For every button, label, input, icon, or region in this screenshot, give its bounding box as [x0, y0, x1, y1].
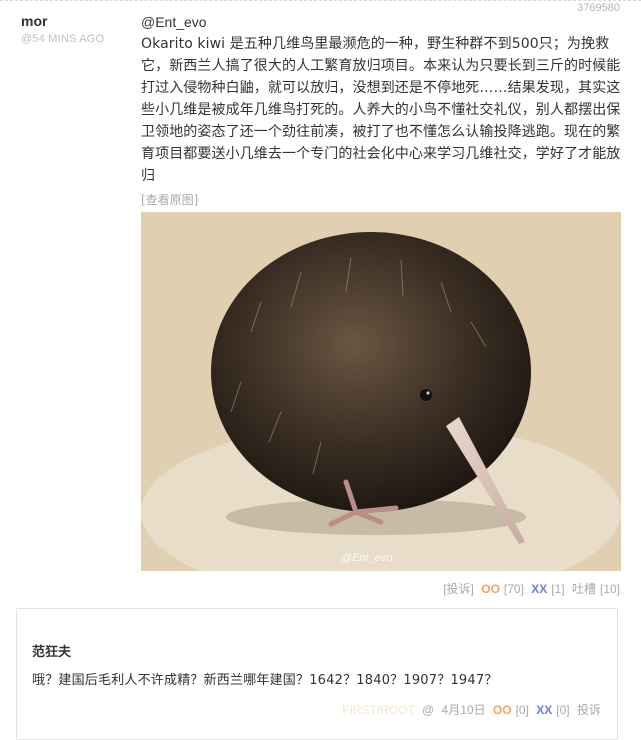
- oo-vote-button[interactable]: OO: [481, 582, 500, 596]
- view-original-link[interactable]: [查看原图]: [141, 191, 621, 208]
- comment-at: @: [422, 703, 435, 717]
- comment-xx-button[interactable]: XX: [536, 703, 552, 717]
- post-divider: [0, 0, 641, 1]
- post-text: Okarito kiwi 是五种几维鸟里最濒危的一种，野生种群不到500只；为挽…: [141, 36, 621, 184]
- kiwi-photo[interactable]: @Ent_evo: [141, 212, 621, 571]
- xx-count: [1]: [551, 582, 565, 596]
- comment-meta-row: FIRST/ROOT @ 4月10日 OO [0] XX [0] 投诉: [338, 701, 601, 718]
- report-link[interactable]: [投诉]: [443, 582, 474, 596]
- comment-oo-button[interactable]: OO: [493, 703, 512, 717]
- comment-rank-label: FIRST/ROOT: [342, 703, 415, 717]
- post-vote-row: [投诉] OO [70] XX [1] 吐槽 [10]: [439, 580, 620, 597]
- post-timestamp: @54 MINS AGO: [21, 33, 105, 45]
- author-name: mor: [21, 13, 48, 29]
- xx-vote-button[interactable]: XX: [531, 582, 547, 596]
- comment-author: 范狂夫: [32, 645, 72, 660]
- image-watermark: @Ent_evo: [341, 552, 393, 564]
- post-content: @Ent_evo Okarito kiwi 是五种几维鸟里最濒危的一种，野生种群…: [141, 12, 621, 571]
- comment-date: 4月10日: [441, 703, 486, 717]
- comment-card: 范狂夫 哦？建国后毛利人不许成精？新西兰哪年建国？1642？1840？1907？…: [16, 608, 618, 740]
- kiwi-illustration: [141, 212, 621, 571]
- comment-text: 哦？建国后毛利人不许成精？新西兰哪年建国？1642？1840？1907？1947…: [32, 673, 498, 688]
- mention-link[interactable]: @Ent_evo: [141, 12, 621, 33]
- tucao-button[interactable]: 吐槽: [572, 582, 596, 596]
- comment-oo-count: [0]: [515, 703, 529, 717]
- oo-count: [70]: [503, 582, 524, 596]
- tucao-count: [10]: [599, 582, 620, 596]
- post-author: mor @54 MINS AGO: [21, 13, 104, 45]
- comment-report-link[interactable]: 投诉: [577, 703, 601, 717]
- comment-xx-count: [0]: [556, 703, 570, 717]
